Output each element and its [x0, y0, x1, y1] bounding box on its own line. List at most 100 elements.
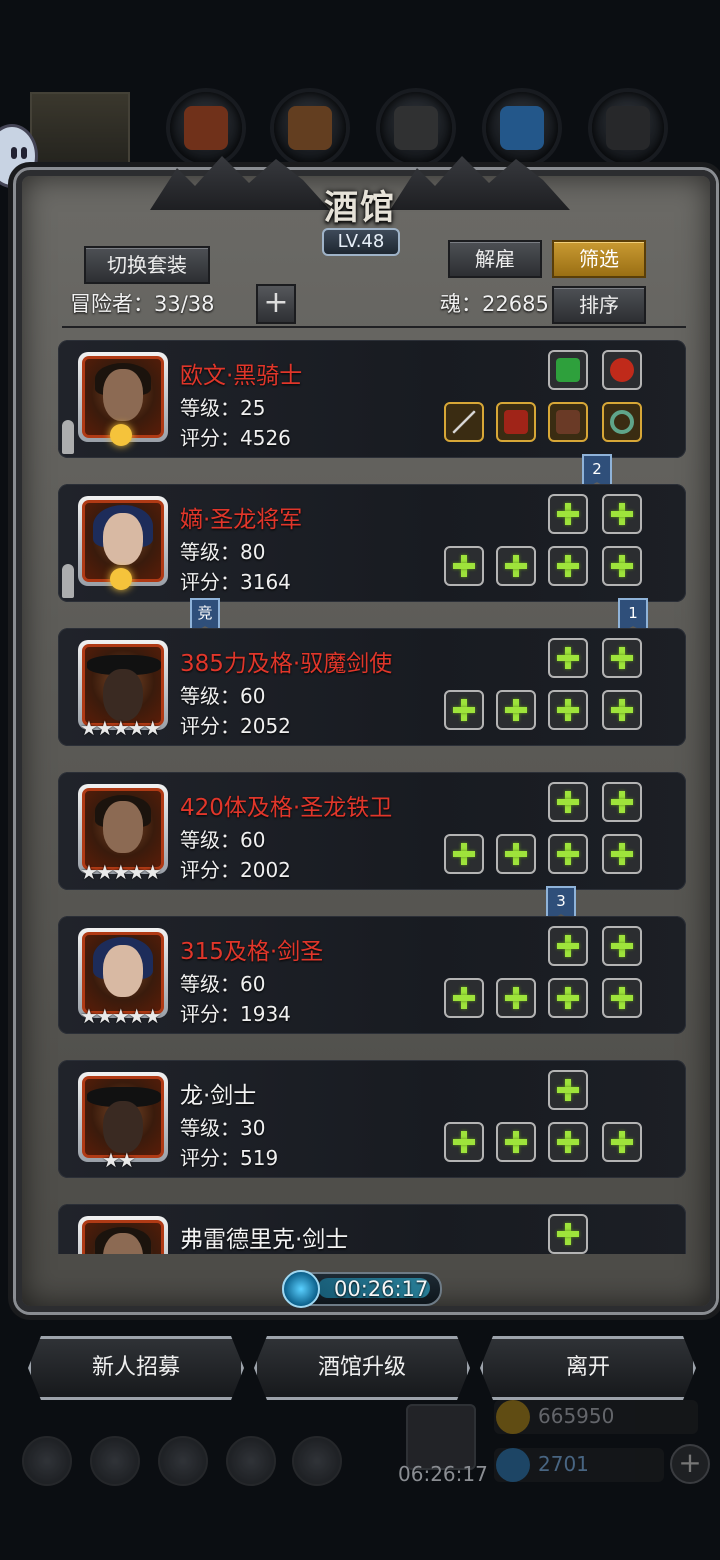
- empty-boots-slot-icon[interactable]: [548, 690, 588, 730]
- empty-ring-slot-icon[interactable]: [602, 1122, 642, 1162]
- gold-counter: 665950: [494, 1400, 698, 1434]
- resource-row: [0, 92, 720, 172]
- armor-slot-icon[interactable]: [496, 402, 536, 442]
- add-adventurer-icon[interactable]: +: [256, 284, 296, 324]
- hero-score: 评分：519: [180, 1146, 279, 1170]
- crystal-resource-icon: [486, 92, 558, 164]
- recruit-button[interactable]: 新人招募: [28, 1336, 244, 1400]
- avatar: [78, 1216, 168, 1254]
- leave-button[interactable]: 离开: [480, 1336, 696, 1400]
- empty-rune-slot-icon[interactable]: [548, 1070, 588, 1110]
- empty-rune-slot-icon[interactable]: [548, 926, 588, 966]
- hero-level: 等级：25: [180, 396, 266, 420]
- empty-gem-slot-icon[interactable]: [602, 494, 642, 534]
- gift-timer: 06:26:17: [398, 1462, 488, 1486]
- gift-box-icon[interactable]: [406, 1404, 476, 1470]
- clock-icon: [282, 1270, 320, 1308]
- empty-weapon-slot-icon[interactable]: [444, 834, 484, 874]
- empty-gem-slot-icon[interactable]: [602, 926, 642, 966]
- add-currency-icon[interactable]: +: [670, 1444, 710, 1484]
- hero-score: 评分：4526: [180, 426, 291, 450]
- shop-icon[interactable]: [292, 1436, 342, 1486]
- mail-icon[interactable]: [226, 1436, 276, 1486]
- empty-weapon-slot-icon[interactable]: [444, 690, 484, 730]
- empty-ring-slot-icon[interactable]: [602, 978, 642, 1018]
- hero-level: 等级：60: [180, 972, 266, 996]
- empty-weapon-slot-icon[interactable]: [444, 546, 484, 586]
- achievement-icon[interactable]: [90, 1436, 140, 1486]
- empty-boots-slot-icon[interactable]: [548, 834, 588, 874]
- empty-boots-slot-icon[interactable]: [548, 978, 588, 1018]
- hero-card[interactable]: 弗雷德里克·剑士: [58, 1204, 686, 1254]
- hero-level: 等级：30: [180, 1116, 266, 1140]
- empty-ring-slot-icon[interactable]: [602, 834, 642, 874]
- empty-armor-slot-icon[interactable]: [496, 690, 536, 730]
- adventurer-count: 冒险者：33/38: [70, 292, 215, 316]
- empty-boots-slot-icon[interactable]: [548, 1122, 588, 1162]
- weapon-slot-icon[interactable]: [444, 402, 484, 442]
- hero-name: 弗雷德里克·剑士: [180, 1227, 349, 1253]
- refresh-timer: 00:26:17: [282, 1270, 442, 1308]
- hero-card[interactable]: 欧文·黑骑士 等级：25 评分：4526: [58, 340, 686, 458]
- empty-rune-slot-icon[interactable]: [548, 1214, 588, 1254]
- filter-button[interactable]: 筛选: [552, 240, 646, 278]
- hero-name: 龙·剑士: [180, 1083, 257, 1109]
- hero-card[interactable]: ★★★★★ 315及格·剑圣 等级：60 评分：1934: [58, 916, 686, 1034]
- settings-icon[interactable]: [22, 1436, 72, 1486]
- wood-resource-icon: [274, 92, 346, 164]
- empty-ring-slot-icon[interactable]: [602, 690, 642, 730]
- meat-resource-icon: [170, 92, 242, 164]
- hero-card[interactable]: ★★★★★ 385力及格·驭魔剑使 等级：60 评分：2052: [58, 628, 686, 746]
- iron-resource-icon: [592, 92, 664, 164]
- hero-level: 等级：80: [180, 540, 266, 564]
- hero-card[interactable]: ★★ 龙·剑士 等级：30 评分：519: [58, 1060, 686, 1178]
- lock-icon: [62, 564, 74, 598]
- ring-slot-icon[interactable]: [602, 402, 642, 442]
- gold-icon: [496, 1400, 530, 1434]
- empty-armor-slot-icon[interactable]: [496, 834, 536, 874]
- gem-slot-icon[interactable]: [602, 350, 642, 390]
- boots-slot-icon[interactable]: [548, 402, 588, 442]
- stone-resource-icon: [380, 92, 452, 164]
- moon-badge-icon: [110, 424, 132, 446]
- empty-rune-slot-icon[interactable]: [548, 494, 588, 534]
- timer-text: 00:26:17: [334, 1277, 429, 1301]
- gem-value: 2701: [538, 1452, 589, 1476]
- lock-icon: [62, 420, 74, 454]
- sort-button[interactable]: 排序: [552, 286, 646, 324]
- empty-armor-slot-icon[interactable]: [496, 546, 536, 586]
- star-rating: ★★★★★: [80, 716, 162, 740]
- hero-name: 欧文·黑骑士: [180, 363, 303, 389]
- hero-score: 评分：2052: [180, 714, 291, 738]
- empty-weapon-slot-icon[interactable]: [444, 1122, 484, 1162]
- guild-icon[interactable]: [158, 1436, 208, 1486]
- dismiss-button[interactable]: 解雇: [448, 240, 542, 278]
- rune-slot-icon[interactable]: [548, 350, 588, 390]
- empty-rune-slot-icon[interactable]: [548, 782, 588, 822]
- hero-score: 评分：3164: [180, 570, 291, 594]
- moon-badge-icon: [110, 568, 132, 590]
- empty-armor-slot-icon[interactable]: [496, 978, 536, 1018]
- switch-outfit-button[interactable]: 切换套装: [84, 246, 210, 284]
- empty-weapon-slot-icon[interactable]: [444, 978, 484, 1018]
- empty-gem-slot-icon[interactable]: [602, 638, 642, 678]
- empty-armor-slot-icon[interactable]: [496, 1122, 536, 1162]
- header-divider: [62, 326, 686, 328]
- empty-rune-slot-icon[interactable]: [548, 638, 588, 678]
- hero-name: 315及格·剑圣: [180, 939, 324, 965]
- empty-gem-slot-icon[interactable]: [602, 782, 642, 822]
- hero-score: 评分：2002: [180, 858, 291, 882]
- hero-card[interactable]: ★★★★★ 420体及格·圣龙铁卫 等级：60 评分：2002: [58, 772, 686, 890]
- upgrade-tavern-button[interactable]: 酒馆升级: [254, 1336, 470, 1400]
- star-rating: ★★★★★: [80, 1004, 162, 1028]
- tavern-level-badge: LV.48: [322, 228, 400, 256]
- hero-name: 385力及格·驭魔剑使: [180, 651, 393, 677]
- hero-card[interactable]: 嫡·圣龙将军 等级：80 评分：3164: [58, 484, 686, 602]
- empty-boots-slot-icon[interactable]: [548, 546, 588, 586]
- hero-level: 等级：60: [180, 828, 266, 852]
- empty-ring-slot-icon[interactable]: [602, 546, 642, 586]
- hero-level: 等级：60: [180, 684, 266, 708]
- gem-icon: [496, 1448, 530, 1482]
- hero-name: 嫡·圣龙将军: [180, 507, 303, 533]
- hero-list[interactable]: 欧文·黑骑士 等级：25 评分：4526 2 嫡·圣龙将军 等级：80 评分：3…: [46, 336, 686, 1254]
